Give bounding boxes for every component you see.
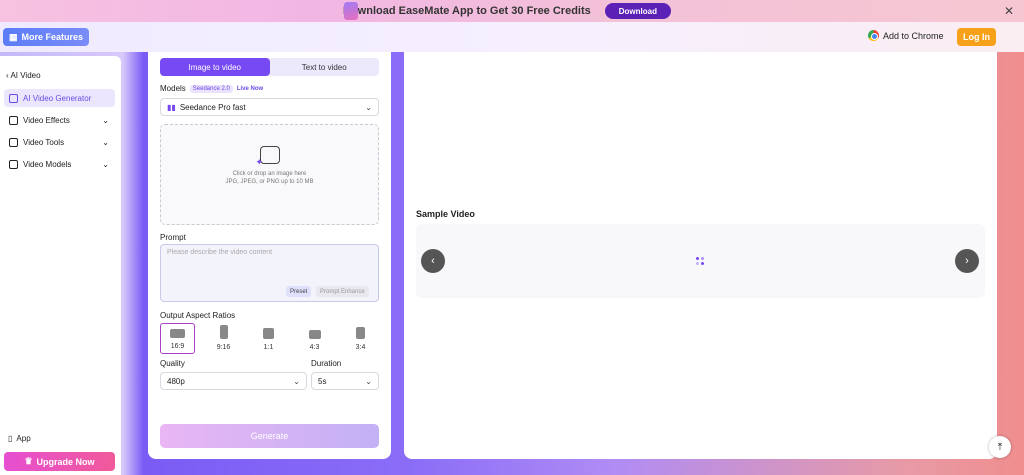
live-badge: Live Now <box>236 85 264 92</box>
effects-icon <box>9 115 18 125</box>
ratio-label: 16:9 <box>170 343 185 350</box>
version-badge: Seedance 2.0 <box>189 84 233 93</box>
ratio-1-1[interactable]: 1:1 <box>251 323 286 354</box>
quality-select[interactable]: 480p ⌄ <box>160 372 307 390</box>
ratio-4-3[interactable]: 4:3 <box>297 323 332 354</box>
quality-label: Quality <box>160 359 185 368</box>
sidebar-item-label: AI Video Generator <box>23 93 92 103</box>
tab-image-to-video[interactable]: Image to video <box>160 58 270 76</box>
back-link[interactable]: ‹ AI Video <box>6 71 41 80</box>
banner-text: Download EaseMate App to Get 30 Free Cre… <box>343 5 591 17</box>
ratio-label: 1:1 <box>263 344 274 351</box>
models-label: Models <box>160 84 186 93</box>
sample-video-title: Sample Video <box>416 209 475 219</box>
scroll-to-top-button[interactable]: ⤒ <box>989 436 1011 458</box>
app-label: App <box>16 434 31 443</box>
upgrade-label: Upgrade Now <box>36 456 95 467</box>
chevron-left-icon: ‹ <box>431 255 435 267</box>
promo-banner: Download EaseMate App to Get 30 Free Cre… <box>0 0 1024 22</box>
chevron-down-icon: ⌄ <box>102 137 109 147</box>
chevron-down-icon: ⌄ <box>293 376 300 386</box>
ratio-9-16[interactable]: 9:16 <box>206 323 241 354</box>
ratio-shape <box>308 330 321 339</box>
sidebar-item-video-tools[interactable]: Video Tools ⌄ <box>4 133 115 151</box>
ratio-shape <box>356 327 365 339</box>
model-value: Seedance Pro fast <box>179 102 246 112</box>
ratio-shape <box>219 325 228 339</box>
ratio-shape <box>170 329 185 338</box>
prompt-enhance-button[interactable]: Prompt Enhance <box>316 286 369 297</box>
tab-text-to-video[interactable]: Text to video <box>270 58 380 76</box>
sample-video-carousel: ‹ › <box>416 224 985 298</box>
ratio-label: 9:16 <box>216 344 231 351</box>
preset-button[interactable]: Preset <box>286 286 312 297</box>
model-select[interactable]: ▮▮ Seedance Pro fast ⌄ <box>160 98 379 116</box>
close-icon[interactable]: ✕ <box>1004 4 1014 18</box>
gift-icon <box>344 2 358 20</box>
add-to-chrome-label: Add to Chrome <box>883 30 944 41</box>
models-icon <box>9 159 18 169</box>
sidebar-item-video-models[interactable]: Video Models ⌄ <box>4 155 115 173</box>
banner-download-button[interactable]: Download <box>604 3 671 19</box>
duration-value: 5s <box>318 376 327 386</box>
quality-value: 480p <box>167 376 185 386</box>
ai-video-icon <box>9 93 18 103</box>
login-button[interactable]: Log In <box>957 28 996 46</box>
ratio-3-4[interactable]: 3:4 <box>343 323 378 354</box>
sidebar: ‹ AI Video AI Video Generator Video Effe… <box>0 56 121 475</box>
duration-select[interactable]: 5s ⌄ <box>311 372 379 390</box>
dropzone-instruction: Click or drop an image here <box>232 171 307 177</box>
generator-panel: Image to video Text to video Models Seed… <box>148 52 391 459</box>
grid-icon: ▦ <box>9 31 18 42</box>
mode-tabs: Image to video Text to video <box>160 58 379 76</box>
prompt-placeholder: Please describe the video content <box>167 249 273 256</box>
image-upload-dropzone[interactable]: Click or drop an image here JPG, JPEG, o… <box>160 124 379 225</box>
models-header: Models Seedance 2.0 Live Now <box>160 84 263 93</box>
upgrade-button[interactable]: ♛ Upgrade Now <box>4 452 115 471</box>
chevron-down-icon: ⌄ <box>102 115 109 125</box>
ratio-16-9[interactable]: 16:9 <box>160 323 195 354</box>
chevron-down-icon: ⌄ <box>365 376 372 386</box>
sidebar-item-label: Video Tools <box>23 137 65 147</box>
ratio-label: 4:3 <box>309 344 320 351</box>
app-link[interactable]: ▯ App <box>8 434 31 443</box>
model-icon: ▮▮ <box>167 102 176 112</box>
aspect-ratio-label: Output Aspect Ratios <box>160 311 236 320</box>
ratio-label: 3:4 <box>355 344 366 351</box>
chrome-icon <box>868 30 879 41</box>
add-to-chrome-link[interactable]: Add to Chrome <box>868 30 944 41</box>
prompt-label: Prompt <box>160 233 186 242</box>
back-label: AI Video <box>10 71 41 80</box>
more-features-label: More Features <box>21 32 84 42</box>
sidebar-item-video-effects[interactable]: Video Effects ⌄ <box>4 111 115 129</box>
chevron-down-icon: ⌄ <box>102 159 109 169</box>
tools-icon <box>9 137 18 147</box>
sidebar-item-label: Video Effects <box>23 115 70 125</box>
preview-area: Sample Video ‹ › <box>404 52 997 459</box>
chevron-right-icon: › <box>965 255 969 267</box>
sidebar-item-ai-video-generator[interactable]: AI Video Generator <box>4 89 115 107</box>
dropzone-formats: JPG, JPEG, or PNG up to 10 MB <box>225 179 314 185</box>
chevron-down-icon: ⌄ <box>365 102 372 112</box>
generate-button[interactable]: Generate <box>160 424 379 448</box>
prompt-input[interactable]: Please describe the video content Preset… <box>160 244 379 302</box>
image-upload-icon <box>256 146 280 168</box>
top-bar: ▦ More Features Add to Chrome Log In <box>0 22 1024 52</box>
ratio-shape <box>263 328 274 339</box>
phone-icon: ▯ <box>8 434 13 443</box>
carousel-prev-button[interactable]: ‹ <box>421 249 445 273</box>
sidebar-item-label: Video Models <box>23 159 72 169</box>
loading-spinner-icon <box>696 257 705 266</box>
crown-icon: ♛ <box>24 456 33 466</box>
more-features-button[interactable]: ▦ More Features <box>3 28 90 46</box>
carousel-next-button[interactable]: › <box>955 249 979 273</box>
arrow-up-icon: ⤒ <box>997 441 1003 453</box>
duration-label: Duration <box>311 359 342 368</box>
